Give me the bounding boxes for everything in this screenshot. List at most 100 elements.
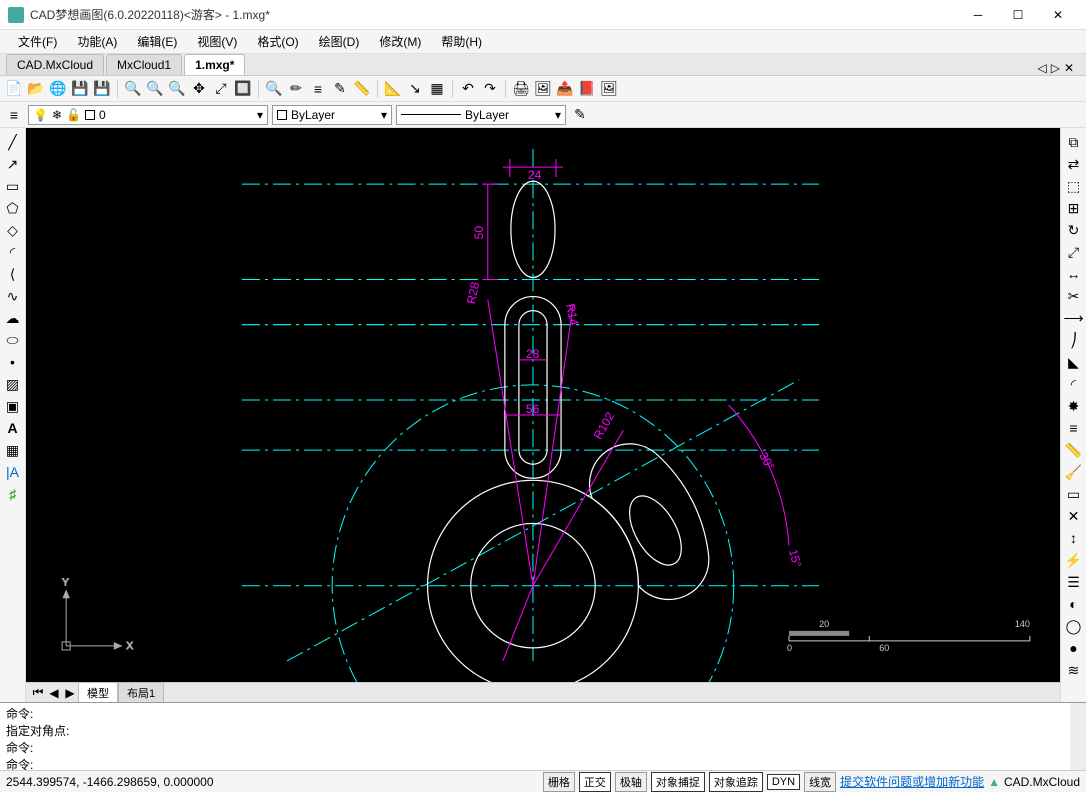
selall-icon[interactable]: ▭ bbox=[1064, 484, 1084, 504]
layeroff-icon[interactable]: ◯ bbox=[1064, 616, 1084, 636]
stretch-icon[interactable]: ↔ bbox=[1064, 264, 1084, 284]
mirror-icon[interactable]: ⇄ bbox=[1064, 154, 1084, 174]
spline-icon[interactable]: ∿ bbox=[3, 286, 23, 306]
model-tab[interactable]: 模型 bbox=[78, 682, 118, 704]
layeriso-icon[interactable]: ◐ bbox=[1064, 594, 1084, 614]
layertool-icon[interactable]: ☰ bbox=[1064, 572, 1084, 592]
rectangle-icon[interactable]: ▭ bbox=[3, 176, 23, 196]
table-icon[interactable]: ▦ bbox=[3, 440, 23, 460]
text-icon[interactable]: A bbox=[3, 418, 23, 438]
menu-file[interactable]: 文件(F) bbox=[8, 31, 67, 52]
doctab-mxcloud1[interactable]: MxCloud1 bbox=[106, 54, 182, 75]
line-icon[interactable]: ╱ bbox=[3, 132, 23, 152]
layout1-tab[interactable]: 布局1 bbox=[118, 682, 164, 704]
table-icon[interactable]: ▦ bbox=[427, 79, 447, 99]
status-dyn[interactable]: DYN bbox=[767, 774, 800, 790]
minimize-button[interactable]: ─ bbox=[958, 0, 998, 30]
leader-icon[interactable]: ↘ bbox=[405, 79, 425, 99]
status-polar[interactable]: 极轴 bbox=[615, 772, 647, 792]
region-icon[interactable]: ▣ bbox=[3, 396, 23, 416]
mtext-icon[interactable]: |A bbox=[3, 462, 23, 482]
mtab-prev-icon[interactable]: ◀ bbox=[46, 686, 62, 700]
props-icon[interactable]: ≡ bbox=[308, 79, 328, 99]
tab-next-icon[interactable]: ▷ bbox=[1051, 61, 1060, 75]
color-combo[interactable]: ByLayer ▾ bbox=[272, 105, 392, 125]
extend-icon[interactable]: ⟶ bbox=[1064, 308, 1084, 328]
status-otrack[interactable]: 对象追踪 bbox=[709, 772, 763, 792]
block-icon[interactable]: ♯ bbox=[3, 484, 23, 504]
copy-icon[interactable]: ⧉ bbox=[1064, 132, 1084, 152]
ellipse-icon[interactable]: ⬭ bbox=[3, 330, 23, 350]
new-icon[interactable]: 📄 bbox=[4, 79, 24, 99]
zoomout-icon[interactable]: 🔍 bbox=[167, 79, 187, 99]
close-button[interactable]: ✕ bbox=[1038, 0, 1078, 30]
zoomwin-icon[interactable]: 🔲 bbox=[233, 79, 253, 99]
zoomext-icon[interactable]: ⤢ bbox=[211, 79, 231, 99]
revcloud-icon[interactable]: ☁ bbox=[3, 308, 23, 328]
matchprops-icon[interactable]: ✎ bbox=[570, 105, 590, 125]
open-icon[interactable]: 📂 bbox=[26, 79, 46, 99]
measure-icon[interactable]: 📏 bbox=[1064, 440, 1084, 460]
undo-icon[interactable]: ↶ bbox=[458, 79, 478, 99]
redo-icon[interactable]: ↷ bbox=[480, 79, 500, 99]
trim-icon[interactable]: ✂ bbox=[1064, 286, 1084, 306]
offset-icon[interactable]: ⬚ bbox=[1064, 176, 1084, 196]
arc-icon[interactable]: ◜ bbox=[3, 242, 23, 262]
measure-icon[interactable]: 📏 bbox=[352, 79, 372, 99]
draworder-icon[interactable]: ↕ bbox=[1064, 528, 1084, 548]
zoomin-icon[interactable]: 🔍 bbox=[145, 79, 165, 99]
pan-icon[interactable]: ✥ bbox=[189, 79, 209, 99]
status-grid[interactable]: 栅格 bbox=[543, 772, 575, 792]
point-icon[interactable]: • bbox=[3, 352, 23, 372]
layer-icon[interactable]: ✏ bbox=[286, 79, 306, 99]
find-icon[interactable]: 🔍 bbox=[264, 79, 284, 99]
mtab-first-icon[interactable]: ⏮ bbox=[30, 685, 46, 700]
layermanager-icon[interactable]: ≡ bbox=[4, 105, 24, 125]
hatch-icon[interactable]: ▨ bbox=[3, 374, 23, 394]
menu-function[interactable]: 功能(A) bbox=[67, 31, 127, 52]
match-icon[interactable]: ✎ bbox=[330, 79, 350, 99]
image-icon[interactable]: 🖼 bbox=[599, 79, 619, 99]
array-icon[interactable]: ⊞ bbox=[1064, 198, 1084, 218]
print-icon[interactable]: 🖨 bbox=[511, 79, 531, 99]
layeron-icon[interactable]: ● bbox=[1064, 638, 1084, 658]
explode-icon[interactable]: ✸ bbox=[1064, 396, 1084, 416]
command-window[interactable]: 命令: 指定对角点: 命令: 命令: 命令: bbox=[0, 702, 1086, 770]
arc2-icon[interactable]: ⟨ bbox=[3, 264, 23, 284]
fillet-icon[interactable]: ◜ bbox=[1064, 374, 1084, 394]
menu-view[interactable]: 视图(V) bbox=[187, 31, 247, 52]
menu-help[interactable]: 帮助(H) bbox=[431, 31, 492, 52]
break-icon[interactable]: ⎠ bbox=[1064, 330, 1084, 350]
doctab-1mxg[interactable]: 1.mxg* bbox=[184, 54, 245, 75]
delete-icon[interactable]: ✕ bbox=[1064, 506, 1084, 526]
menu-draw[interactable]: 绘图(D) bbox=[309, 31, 370, 52]
rotate-icon[interactable]: ↻ bbox=[1064, 220, 1084, 240]
saveas-icon[interactable]: 💾 bbox=[92, 79, 112, 99]
status-lwt[interactable]: 线宽 bbox=[804, 772, 836, 792]
menu-edit[interactable]: 编辑(E) bbox=[127, 31, 187, 52]
chamfer-icon[interactable]: ◣ bbox=[1064, 352, 1084, 372]
doctab-cadmxcloud[interactable]: CAD.MxCloud bbox=[6, 54, 104, 75]
boundary-icon[interactable]: ◇ bbox=[3, 220, 23, 240]
dim-icon[interactable]: 📐 bbox=[383, 79, 403, 99]
layer-combo[interactable]: 💡 ❄ 🔓 0 ▾ bbox=[28, 105, 268, 125]
drawing-canvas[interactable]: 24 50 28 56 R28 R14 R102 30° 15° X Y bbox=[26, 128, 1060, 682]
menu-modify[interactable]: 修改(M) bbox=[369, 31, 431, 52]
save-icon[interactable]: 💾 bbox=[70, 79, 90, 99]
tab-close-icon[interactable]: ✕ bbox=[1064, 61, 1074, 75]
scale-icon[interactable]: ⤢ bbox=[1064, 242, 1084, 262]
linetype-combo[interactable]: ByLayer ▾ bbox=[396, 105, 566, 125]
purge-icon[interactable]: 🧹 bbox=[1064, 462, 1084, 482]
polygon-icon[interactable]: ⬠ bbox=[3, 198, 23, 218]
status-ortho[interactable]: 正交 bbox=[579, 772, 611, 792]
polyline-icon[interactable]: ↗ bbox=[3, 154, 23, 174]
matchlayer-icon[interactable]: ≋ bbox=[1064, 660, 1084, 680]
align-icon[interactable]: ≡ bbox=[1064, 418, 1084, 438]
status-osnap[interactable]: 对象捕捉 bbox=[651, 772, 705, 792]
menu-format[interactable]: 格式(O) bbox=[247, 31, 308, 52]
mtab-next-icon[interactable]: ▶ bbox=[62, 686, 78, 700]
zoom-icon[interactable]: 🔍 bbox=[123, 79, 143, 99]
plot-icon[interactable]: 🖼 bbox=[533, 79, 553, 99]
cmd-scrollbar[interactable] bbox=[1070, 703, 1086, 770]
tab-prev-icon[interactable]: ◁ bbox=[1037, 61, 1046, 75]
